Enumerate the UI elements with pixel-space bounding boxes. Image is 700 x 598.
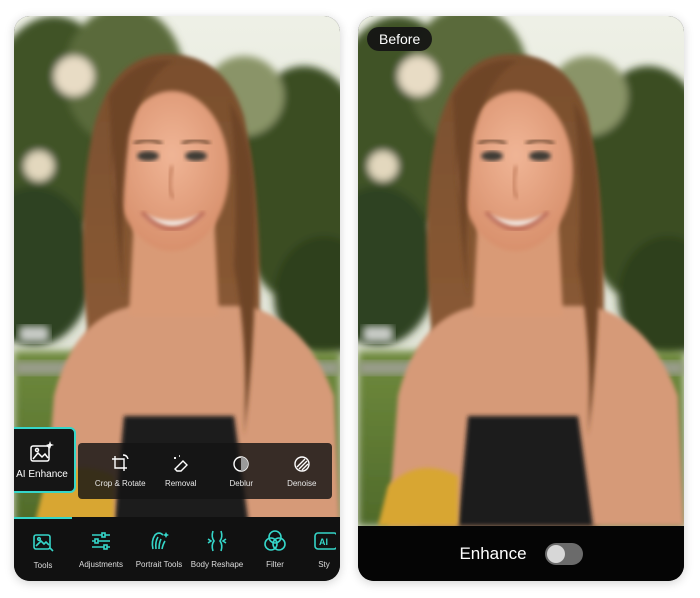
tool-label: Removal <box>164 479 197 488</box>
tool-label: Deblur <box>229 479 254 488</box>
right-preview-panel: Before Enhance <box>358 16 684 581</box>
left-editor-panel: Crop & Rotate Removal Deblur Denoise AI … <box>14 16 340 581</box>
sliders-icon <box>92 532 110 550</box>
removal-tool[interactable]: Removal <box>151 443 212 499</box>
before-badge: Before <box>367 27 433 51</box>
tools-icon <box>33 534 54 552</box>
crop-rotate-icon <box>112 454 129 471</box>
ai-enhance-label: AI Enhance <box>16 469 68 480</box>
portrait-icon <box>151 532 169 550</box>
tab-label: Filter <box>266 560 284 569</box>
tools-popup: Crop & Rotate Removal Deblur Denoise <box>78 443 332 499</box>
deblur-icon <box>233 456 249 472</box>
photo-preview[interactable] <box>358 16 684 526</box>
ai-enhance-icon <box>30 441 54 462</box>
tool-label: Denoise <box>287 479 317 488</box>
deblur-tool[interactable]: Deblur <box>211 443 272 499</box>
denoise-icon <box>294 456 310 472</box>
tab-portrait-tools[interactable]: Portrait Tools <box>130 517 188 581</box>
tab-label: Body Reshape <box>190 560 244 569</box>
enhance-toggle[interactable] <box>544 542 583 565</box>
toggle-knob <box>546 544 565 563</box>
tab-label: Portrait Tools <box>135 560 183 569</box>
tab-tools[interactable]: Tools <box>14 517 72 581</box>
tab-ai-style[interactable]: AI Sty <box>304 517 340 581</box>
enhance-label: Enhance <box>459 543 527 563</box>
tab-filter[interactable]: Filter <box>246 517 304 581</box>
tab-label: Tools <box>33 561 53 570</box>
ai-style-icon: AI <box>314 532 336 550</box>
tool-label: Crop & Rotate <box>94 479 146 488</box>
crop-rotate-tool[interactable]: Crop & Rotate <box>90 443 151 499</box>
enhance-bar: Enhance <box>358 526 684 581</box>
svg-text:AI: AI <box>319 537 328 547</box>
tab-body-reshape[interactable]: Body Reshape <box>188 517 246 581</box>
denoise-tool[interactable]: Denoise <box>272 443 333 499</box>
tab-adjustments[interactable]: Adjustments <box>72 517 130 581</box>
tab-label: Sty <box>318 560 330 569</box>
body-reshape-icon <box>207 530 227 552</box>
ai-enhance-button[interactable]: AI Enhance <box>14 427 76 493</box>
filter-icon <box>264 530 286 551</box>
eraser-icon <box>173 455 188 472</box>
bottom-tab-bar: Tools Adjustments Portrait Tools Body Re… <box>14 517 340 581</box>
tab-label: Adjustments <box>78 560 124 569</box>
